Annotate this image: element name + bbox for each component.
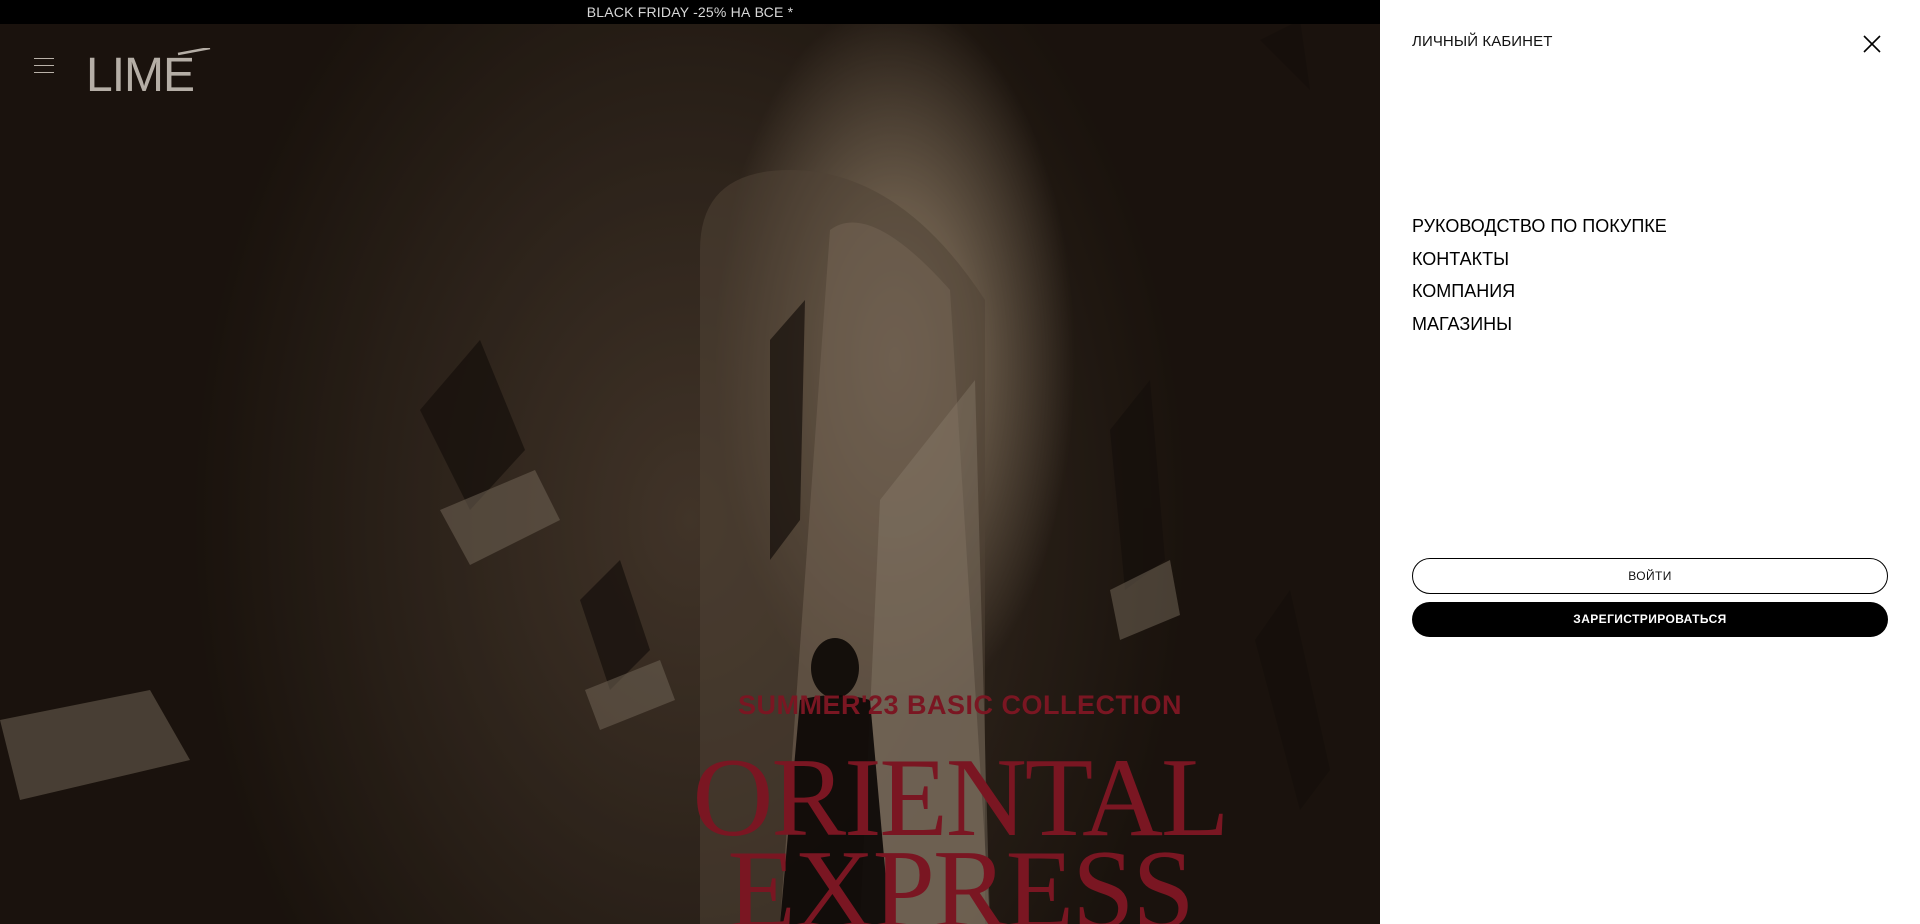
close-icon[interactable] [1862, 34, 1882, 54]
menu-item-contacts[interactable]: КОНТАКТЫ [1412, 243, 1667, 276]
collection-subtitle: SUMMER'23 BASIC COLLECTION [738, 690, 1182, 720]
logo[interactable]: LIME [86, 46, 212, 102]
announcement-bar[interactable]: BLACK FRIDAY -25% НА ВСЕ * [0, 0, 1380, 24]
account-panel: ЛИЧНЫЙ КАБИНЕТ РУКОВОДСТВО ПО ПОКУПКЕ КО… [1380, 0, 1920, 924]
page: SUMMER'23 BASIC COLLECTION ORIENTAL EXPR… [0, 0, 1920, 924]
svg-text:LIME: LIME [86, 49, 194, 94]
menu-item-company[interactable]: КОМПАНИЯ [1412, 275, 1667, 308]
hero-section: SUMMER'23 BASIC COLLECTION ORIENTAL EXPR… [0, 0, 1380, 924]
menu-item-stores[interactable]: МАГАЗИНЫ [1412, 308, 1667, 341]
login-button[interactable]: ВОЙТИ [1412, 558, 1888, 594]
lime-logo-icon: LIME [86, 46, 211, 102]
collection-title-line-2: EXPRESS [727, 828, 1194, 924]
register-button[interactable]: ЗАРЕГИСТРИРОВАТЬСЯ [1412, 602, 1888, 637]
collection-title[interactable]: ORIENTAL EXPRESS [640, 742, 1280, 924]
account-menu: РУКОВОДСТВО ПО ПОКУПКЕ КОНТАКТЫ КОМПАНИЯ… [1412, 210, 1667, 340]
menu-item-purchase-guide[interactable]: РУКОВОДСТВО ПО ПОКУПКЕ [1412, 210, 1667, 243]
hamburger-icon[interactable] [34, 58, 54, 76]
panel-title: ЛИЧНЫЙ КАБИНЕТ [1412, 33, 1553, 50]
